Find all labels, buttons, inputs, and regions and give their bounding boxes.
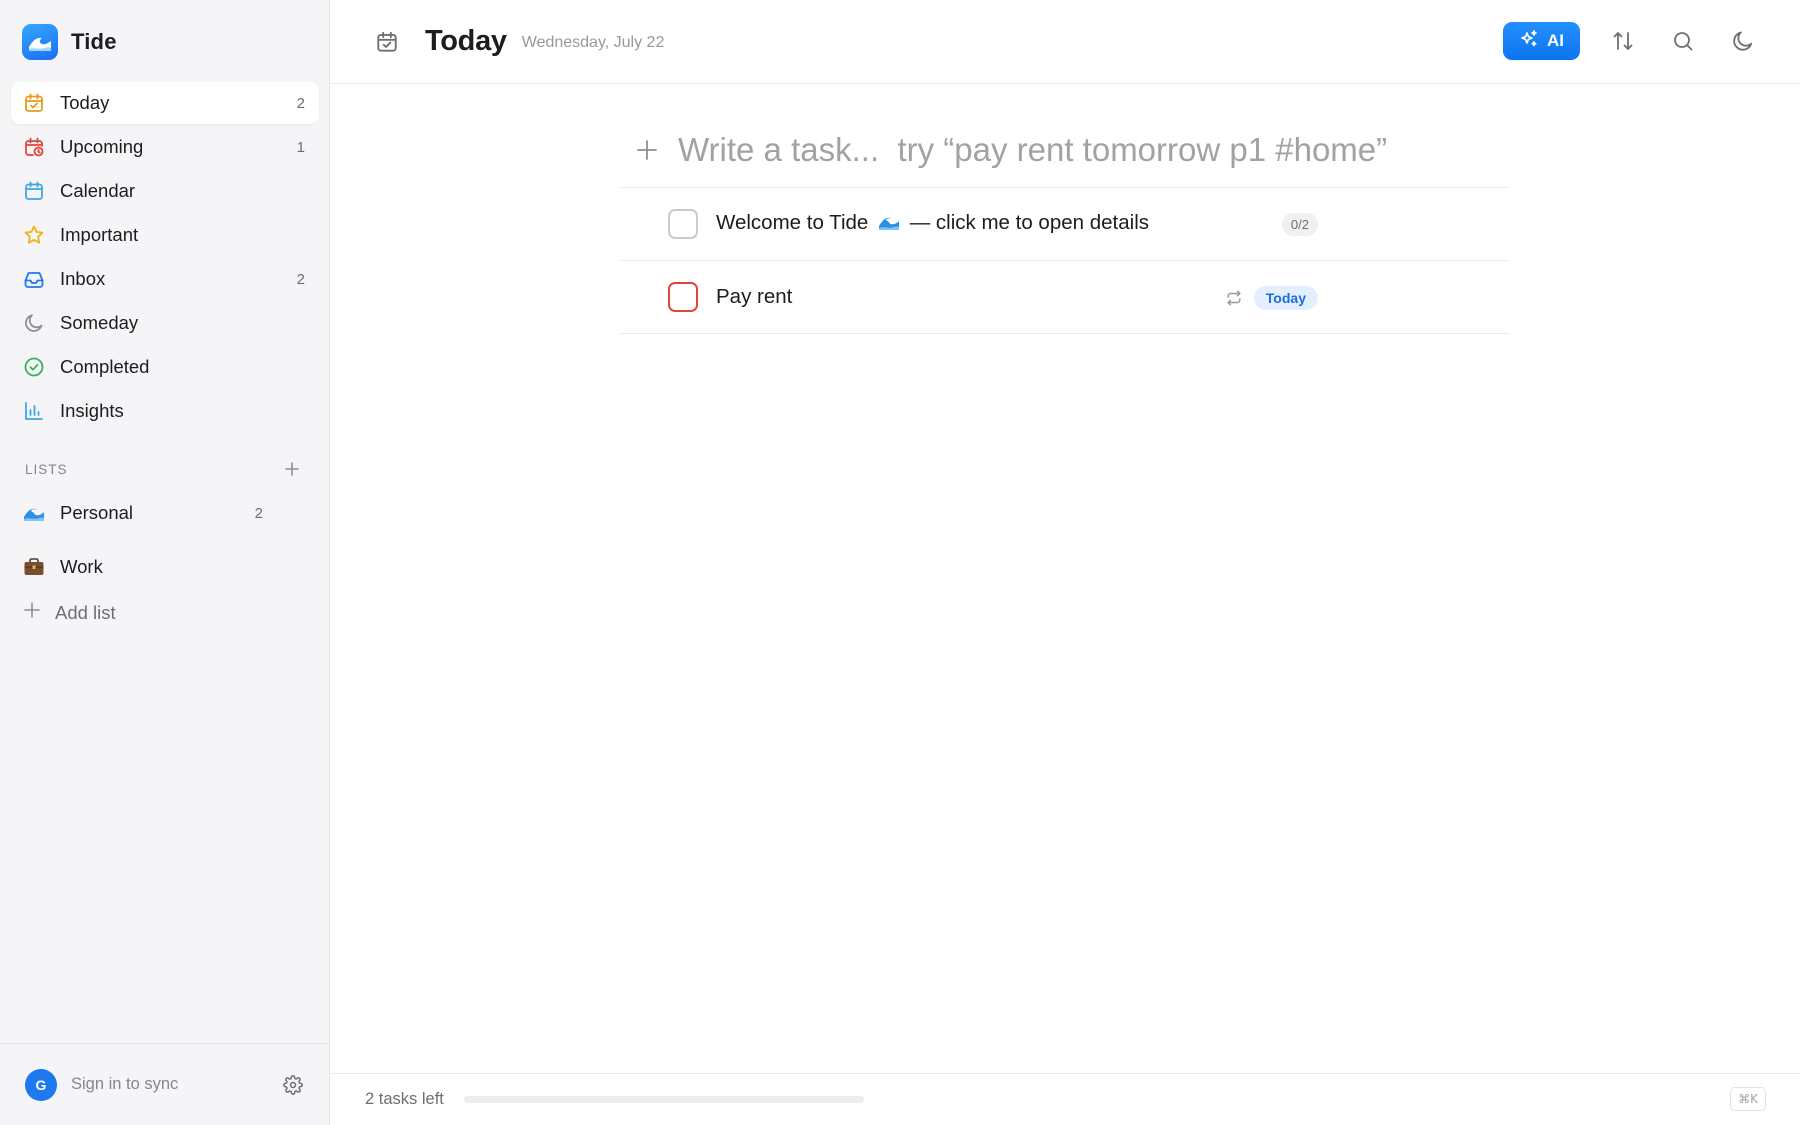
tasks-left-count: 2 tasks left (365, 1090, 444, 1108)
add-list-plus-icon[interactable] (281, 458, 303, 480)
sidebar-item-label: Upcoming (60, 136, 144, 157)
sign-in-to-sync-link[interactable]: Sign in to sync (71, 1075, 279, 1094)
status-bar: 2 tasks left ⌘K (330, 1073, 1800, 1125)
sidebar-item-count: 2 (296, 270, 305, 288)
check-circle-icon (23, 356, 45, 378)
sidebar-item-someday[interactable]: Someday (11, 302, 319, 344)
gear-icon[interactable] (279, 1071, 307, 1099)
add-list-label: Add list (55, 601, 116, 623)
plus-icon (23, 601, 41, 624)
task-row[interactable]: Welcome to Tide — click me to open detai… (620, 188, 1510, 261)
list-item-personal[interactable]: Personal 2 (11, 492, 319, 534)
list-item-count: 2 (254, 504, 263, 522)
wave-logo-icon (22, 24, 58, 60)
ai-button[interactable]: AI (1503, 22, 1580, 60)
sidebar-nav: Today 2 Upcoming 1 Calendar Important In… (11, 82, 319, 434)
sidebar-item-completed[interactable]: Completed (11, 346, 319, 388)
task-composer (620, 112, 1510, 188)
list-item-label: Personal (60, 502, 134, 523)
add-list-button[interactable]: Add list (23, 601, 116, 624)
sidebar-item-count: 1 (296, 138, 305, 156)
sidebar-item-important[interactable]: Important (11, 214, 319, 256)
sidebar-item-label: Insights (60, 400, 124, 421)
task-checkbox[interactable] (668, 209, 698, 239)
inbox-icon (23, 268, 45, 290)
command-shortcut-hint[interactable]: ⌘K (1730, 1087, 1766, 1111)
sidebar-item-insights[interactable]: Insights (11, 390, 319, 432)
wave-emoji-icon (878, 213, 900, 237)
topbar: Today Wednesday, July 22 AI (330, 0, 1800, 84)
moon-icon (23, 312, 45, 334)
sidebar-item-label: Someday (60, 312, 139, 333)
wave-emoji-icon (23, 502, 45, 524)
task-title: Pay rent (716, 285, 793, 308)
list-item-work[interactable]: Work (11, 546, 319, 588)
sidebar-item-label: Completed (60, 356, 150, 377)
progress-bar (463, 1096, 864, 1103)
sidebar-item-label: Inbox (60, 268, 106, 289)
subtask-progress-badge: 0/2 (1281, 213, 1318, 236)
calendar-check-icon (23, 92, 45, 114)
sidebar-item-label: Calendar (60, 180, 136, 201)
page-date: Wednesday, July 22 (521, 33, 665, 51)
sidebar-item-inbox[interactable]: Inbox 2 (11, 258, 319, 300)
lists: Personal 2 Work (11, 492, 319, 600)
task-meta: Today (1224, 261, 1318, 334)
list-item-label: Work (60, 556, 103, 577)
sidebar: Tide Today 2 Upcoming 1 Calendar Importa… (0, 0, 330, 1125)
calendar-icon (23, 180, 45, 202)
lists-title: LISTS (25, 461, 68, 477)
sparkles-icon (1519, 29, 1539, 54)
task-title-text: Welcome to Tide (716, 211, 869, 234)
task-title-text: — click me to open details (909, 211, 1149, 234)
task-meta: 0/2 (1281, 188, 1318, 261)
dark-mode-moon-icon[interactable] (1726, 24, 1760, 58)
sidebar-item-label: Today (60, 92, 110, 113)
avatar[interactable]: G (25, 1068, 57, 1101)
repeat-icon (1224, 288, 1244, 308)
app-window: Tide Today 2 Upcoming 1 Calendar Importa… (0, 0, 1800, 1125)
sidebar-item-calendar[interactable]: Calendar (11, 170, 319, 212)
app-name: Tide (71, 29, 117, 54)
sort-icon[interactable] (1606, 24, 1640, 58)
briefcase-emoji-icon (23, 556, 45, 578)
new-task-input[interactable] (678, 130, 1458, 169)
search-icon[interactable] (1666, 24, 1700, 58)
star-icon (23, 224, 45, 246)
sidebar-item-today[interactable]: Today 2 (11, 82, 319, 124)
task-row[interactable]: Pay rent Today (620, 261, 1510, 334)
task-checkbox[interactable] (668, 282, 698, 312)
calendar-check-icon (374, 29, 400, 55)
sidebar-item-count: 2 (296, 94, 305, 112)
task-title: Welcome to Tide — click me to open detai… (716, 211, 1149, 237)
lists-header: LISTS (25, 458, 303, 480)
sidebar-item-upcoming[interactable]: Upcoming 1 (11, 126, 319, 168)
main-content: Today Wednesday, July 22 AI Write a task… (330, 0, 1800, 1125)
sidebar-footer: G Sign in to sync (0, 1043, 329, 1125)
ai-button-label: AI (1547, 31, 1564, 50)
plus-icon[interactable] (632, 135, 662, 165)
calendar-clock-icon (23, 136, 45, 158)
top-actions: AI (1503, 22, 1760, 60)
brand[interactable]: Tide (22, 24, 117, 60)
page-title: Today (425, 25, 507, 57)
sidebar-item-label: Important (60, 224, 139, 245)
bar-chart-icon (23, 400, 45, 422)
task-list: Welcome to Tide — click me to open detai… (620, 188, 1510, 334)
due-date-chip[interactable]: Today (1253, 285, 1318, 310)
